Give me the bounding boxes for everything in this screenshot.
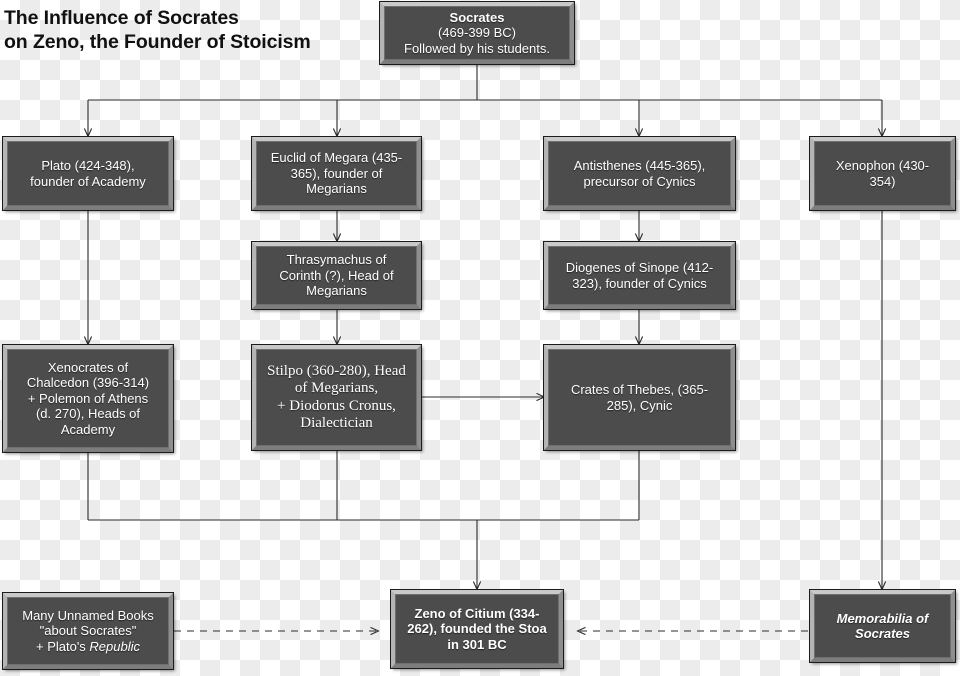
node-memorabilia-line-1: Memorabilia of [836,610,929,626]
node-books-line-2: "about Socrates" [39,623,137,639]
diagram-canvas: The Influence of Socrates on Zeno, the F… [0,0,960,676]
node-antisthenes-line-2: precursor of Cynics [583,173,696,189]
node-stilpo-line-4: Dialectician [300,415,373,431]
node-euclid-line-1: Euclid of Megara (435- [270,150,403,166]
node-plato-line-1: Plato (424-348), [41,158,135,173]
node-xenocrates-line-4: (d. 270), Heads of [35,406,141,422]
node-antisthenes[interactable]: Antisthenes (445-365), precursor of Cyni… [543,136,736,211]
page-title-line-1: The Influence of Socrates [4,7,239,29]
node-plato[interactable]: Plato (424-348), founder of Academy [2,136,174,211]
node-zeno-line-2: 262), founded the Stoa [407,621,547,637]
node-socrates-line-3: Followed by his students. [404,40,550,56]
node-xenocrates-line-5: Academy [60,421,116,437]
node-xenocrates-line-2: Chalcedon (396-314) [26,375,150,391]
node-crates-line-1: Crates of Thebes, (365- [570,382,709,397]
node-euclid-of-megara[interactable]: Euclid of Megara (435- 365), founder of … [251,136,422,211]
node-thrasymachus-line-1: Thrasymachus of [286,252,387,268]
node-diogenes-line-1: Diogenes of Sinope (412- [565,260,714,275]
node-books-line-3-italic: Republic [89,638,141,654]
node-thrasymachus-line-2: Corinth (?), Head of [279,267,394,283]
node-socrates-line-2: (469-399 BC) [437,25,517,41]
node-many-unnamed-books[interactable]: Many Unnamed Books "about Socrates" + Pl… [2,592,174,670]
node-thrasymachus[interactable]: Thrasymachus of Corinth (?), Head of Meg… [251,241,422,310]
node-books-line-1: Many Unnamed Books [22,607,154,623]
node-stilpo-line-2: of Megarians, [294,380,379,396]
node-diogenes-of-sinope[interactable]: Diogenes of Sinope (412- 323), founder o… [543,241,736,310]
node-socrates-head: Socrates [449,9,505,25]
node-books-line-3-prefix: + Plato's [35,638,90,654]
node-zeno-of-citium[interactable]: Zeno of Citium (334- 262), founded the S… [390,589,564,669]
node-memorabilia-line-2: Socrates [855,626,910,641]
page-title-line-2: on Zeno, the Founder of Stoicism [4,31,311,53]
node-antisthenes-line-1: Antisthenes (445-365), [573,158,706,173]
node-zeno-line-3: in 301 BC [447,636,507,652]
node-stilpo[interactable]: Stilpo (360-280), Head of Megarians, + D… [251,344,422,451]
node-stilpo-line-1: Stilpo (360-280), Head [267,362,406,379]
node-socrates[interactable]: Socrates (469-399 BC) Followed by his st… [379,1,575,65]
node-diogenes-line-2: 323), founder of Cynics [572,275,707,291]
node-thrasymachus-line-3: Megarians [306,283,367,299]
node-crates-of-thebes[interactable]: Crates of Thebes, (365- 285), Cynic [543,344,736,451]
node-books-line-3: + Plato's Republic [12,639,164,655]
node-xenocrates[interactable]: Xenocrates of Chalcedon (396-314) + Pole… [2,344,174,453]
node-crates-line-2: 285), Cynic [606,397,673,413]
node-plato-line-2: founder of Academy [30,173,146,189]
node-xenocrates-line-3: + Polemon of Athens [27,390,149,406]
connector-layer [0,64,960,676]
node-zeno-line-1: Zeno of Citium (334- [414,605,540,621]
node-euclid-line-3: Megarians [306,181,367,197]
page-title: The Influence of Socrates on Zeno, the F… [4,6,364,54]
node-xenophon-line-1: Xenophon (430- [835,158,930,173]
node-xenocrates-line-1: Xenocrates of [47,359,129,375]
node-xenophon-line-2: 354) [869,173,896,189]
node-xenophon[interactable]: Xenophon (430- 354) [809,136,956,211]
node-stilpo-line-3: + Diodorus Cronus, [277,397,396,414]
node-euclid-line-2: 365), founder of [290,165,383,181]
node-memorabilia-of-socrates[interactable]: Memorabilia of Socrates [809,589,956,663]
